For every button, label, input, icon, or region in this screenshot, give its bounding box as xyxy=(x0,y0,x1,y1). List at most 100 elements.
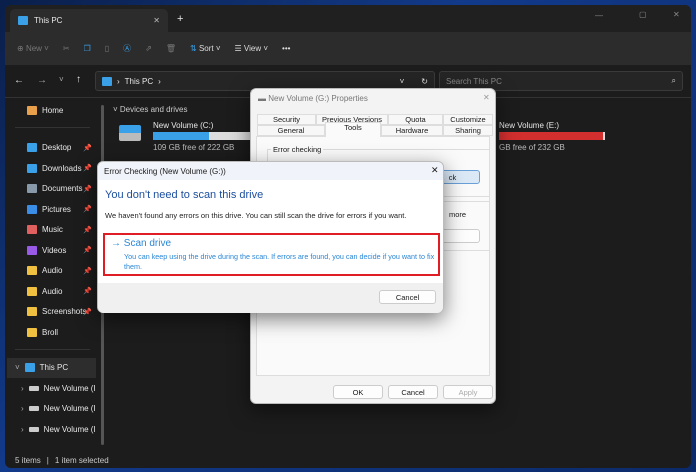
volume-label: New Volume (I xyxy=(43,383,96,393)
tab-bar: This PC ✕ + — ▢ ✕ xyxy=(5,5,691,32)
group-label: Error checking xyxy=(271,145,324,154)
share-icon[interactable]: ⇗ xyxy=(145,44,152,53)
close-window-button[interactable]: ✕ xyxy=(673,10,680,19)
drive-icon xyxy=(119,125,141,141)
delete-icon[interactable]: 🗑 xyxy=(166,44,176,53)
sort-button[interactable]: ⇅ Sort ˅ xyxy=(190,44,221,53)
sidebar-item[interactable]: Videos 📌 xyxy=(5,240,100,261)
tab-customize[interactable]: Customize xyxy=(443,114,493,125)
refresh-icon[interactable]: ↻ xyxy=(421,77,428,86)
usage-bar xyxy=(153,132,263,140)
sidebar-volume[interactable]: › New Volume (I xyxy=(5,399,100,420)
sidebar-volume[interactable]: › New Volume (I xyxy=(5,419,100,440)
drive-free-space: GB free of 232 GB xyxy=(499,143,565,152)
chevron-down-icon[interactable]: ˅ xyxy=(400,77,405,86)
drive-name: New Volume (E:) xyxy=(499,121,560,130)
scan-drive-link[interactable]: → Scan drive xyxy=(111,238,171,249)
sidebar-item-label: Broll xyxy=(42,327,59,337)
folder-icon xyxy=(27,184,37,194)
tab-quota[interactable]: Quota xyxy=(388,114,443,125)
cut-icon[interactable]: ✂ xyxy=(63,44,70,53)
tab-this-pc[interactable]: This PC ✕ xyxy=(10,9,168,32)
error-checking-dialog: Error Checking (New Volume (G:)) ✕ You d… xyxy=(97,161,444,313)
pin-icon: 📌 xyxy=(83,185,92,193)
recent-dropdown[interactable]: ˅ xyxy=(59,75,64,84)
dialog-heading: You don't need to scan this drive xyxy=(105,189,264,201)
chevron-right-icon[interactable]: › xyxy=(21,404,24,413)
sidebar-volume[interactable]: › New Volume (I xyxy=(5,378,100,399)
sidebar-item-label: Desktop xyxy=(42,143,72,153)
tab-sharing[interactable]: Sharing xyxy=(443,125,493,136)
apply-button[interactable]: Apply xyxy=(443,385,493,399)
close-tab-icon[interactable]: ✕ xyxy=(153,16,160,25)
sidebar-item-home[interactable]: Home xyxy=(5,100,100,121)
sidebar-item[interactable]: Broll xyxy=(5,322,100,343)
volume-label: New Volume (I xyxy=(43,404,96,414)
cancel-button[interactable]: Cancel xyxy=(379,290,436,304)
command-bar: ⊕ New ˅ ✂ ❐ ▯ Ⓐ ⇗ 🗑 ⇅ Sort ˅ ☰ View ˅ ••… xyxy=(5,32,691,65)
pin-icon: 📌 xyxy=(83,247,92,255)
sidebar-item[interactable]: Music 📌 xyxy=(5,220,100,241)
rename-icon[interactable]: Ⓐ xyxy=(123,43,131,54)
close-icon[interactable]: ✕ xyxy=(483,93,490,102)
sidebar-item-this-pc[interactable]: ˅ This PC xyxy=(7,357,96,378)
folder-icon xyxy=(27,307,37,317)
folder-icon xyxy=(27,143,37,153)
copy-icon[interactable]: ❐ xyxy=(84,44,91,53)
scan-drive-option[interactable]: → Scan drive You can keep using the driv… xyxy=(103,233,440,276)
chevron-right-icon[interactable]: › xyxy=(21,425,24,434)
close-icon[interactable]: ✕ xyxy=(431,165,439,176)
divider xyxy=(15,348,90,350)
drive-name: New Volume (C:) xyxy=(153,121,214,130)
maximize-button[interactable]: ▢ xyxy=(639,10,647,19)
folder-icon xyxy=(27,245,37,255)
computer-icon xyxy=(24,363,35,373)
pin-icon: 📌 xyxy=(83,288,92,296)
breadcrumb-this-pc[interactable]: This PC xyxy=(125,77,153,86)
sidebar-item-label: Videos xyxy=(42,245,67,255)
sidebar-item[interactable]: Desktop 📌 xyxy=(5,138,100,159)
dialog-titlebar: Error Checking (New Volume (G:)) ✕ xyxy=(98,162,443,180)
more-options-button[interactable]: ••• xyxy=(282,44,290,53)
properties-title: ▬ New Volume (G:) Properties xyxy=(258,94,368,103)
dialog-message: We haven't found any errors on this driv… xyxy=(105,211,407,220)
home-icon xyxy=(27,105,37,115)
pin-icon: 📌 xyxy=(83,206,92,214)
forward-button[interactable]: → xyxy=(37,75,47,86)
drive-icon xyxy=(28,385,39,391)
chevron-right-icon[interactable]: › xyxy=(21,384,24,393)
folder-icon xyxy=(27,225,37,235)
drive-free-space: 109 GB free of 222 GB xyxy=(153,143,235,152)
up-button[interactable]: ↑ xyxy=(76,74,81,85)
sidebar-item[interactable]: Pictures 📌 xyxy=(5,199,100,220)
sidebar-item[interactable]: Audio 📌 xyxy=(5,261,100,282)
minimize-button[interactable]: — xyxy=(595,11,603,20)
view-button[interactable]: ☰ View ˅ xyxy=(235,44,269,53)
new-tab-button[interactable]: + xyxy=(177,13,183,25)
tab-general[interactable]: General xyxy=(257,125,325,136)
item-count: 5 items xyxy=(15,455,41,465)
sidebar-item[interactable]: Documents 📌 xyxy=(5,179,100,200)
sidebar-item-label: Pictures xyxy=(42,204,71,214)
search-icon: ⌕ xyxy=(671,76,676,85)
pin-icon: 📌 xyxy=(83,308,92,316)
sidebar-item[interactable]: Downloads 📌 xyxy=(5,158,100,179)
sidebar-item-label: Downloads xyxy=(42,163,82,173)
dialog-title: Error Checking (New Volume (G:)) xyxy=(104,167,226,176)
computer-icon xyxy=(18,16,28,25)
ok-button[interactable]: OK xyxy=(333,385,383,399)
sidebar-item[interactable]: Audio 📌 xyxy=(5,281,100,302)
sidebar-item-label: Screenshots xyxy=(42,307,87,317)
navigation-pane: Home Desktop 📌 Downloads 📌 Documents 📌 Picture… xyxy=(5,98,100,452)
tab-hardware[interactable]: Hardware xyxy=(381,125,443,136)
back-button[interactable]: ← xyxy=(14,75,24,86)
tab-security[interactable]: Security xyxy=(257,114,316,125)
cancel-button[interactable]: Cancel xyxy=(388,385,438,399)
new-button[interactable]: ⊕ New ˅ xyxy=(17,44,49,53)
folder-icon xyxy=(27,327,37,337)
sidebar-item[interactable]: Screenshots 📌 xyxy=(5,302,100,323)
sidebar-item-label: Audio xyxy=(42,266,63,276)
paste-icon[interactable]: ▯ xyxy=(105,44,109,53)
tab-tools[interactable]: Tools xyxy=(325,122,381,137)
sidebar-item-label: Music xyxy=(42,225,63,235)
